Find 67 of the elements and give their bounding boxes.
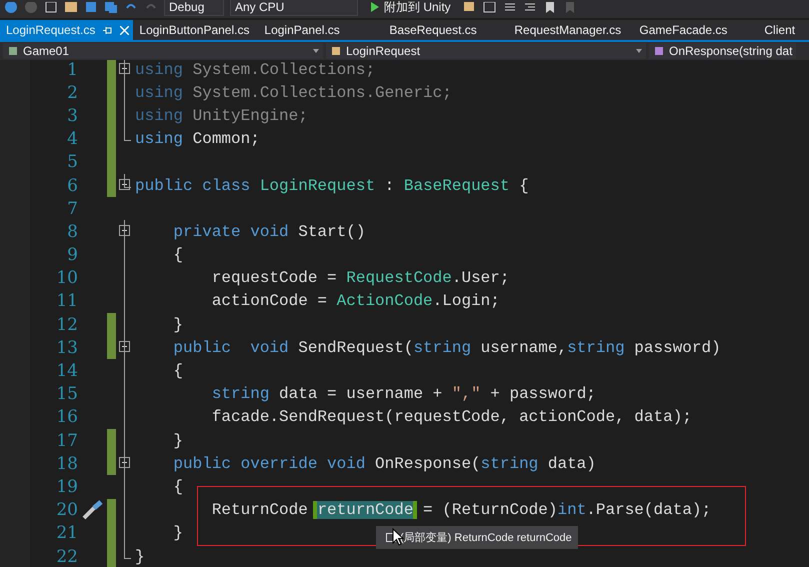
code-line: public void SendRequest(string username,string password) [172,338,721,357]
line-number: 3 [66,106,78,126]
line-number: 20 [55,500,78,520]
line-number: 16 [55,407,78,428]
cursor-icon [392,528,404,546]
line-number: 9 [66,245,78,266]
caret-icon[interactable] [313,49,319,53]
line-number: 11 [55,291,78,312]
code-line: } [172,432,184,450]
code-line: { [172,246,184,264]
line-number: 14 [55,361,78,382]
line-number: 19 [55,476,78,497]
code-line: using UnityEngine; [135,106,308,125]
code-line: { [172,478,184,496]
pin-icon[interactable] [103,26,112,34]
file-tab[interactable]: RequestManager.cs [508,20,634,40]
code-line: } [172,316,184,334]
code-line: public class LoginRequest : BaseRequest { [135,176,529,195]
file-tab[interactable]: LoginRequest.cs [0,20,134,40]
line-number: 6 [66,176,78,196]
line-number: 5 [66,152,78,172]
line-number: 7 [66,198,78,219]
file-tab[interactable]: LoginButtonPanel.cs [133,20,258,40]
line-number: 17 [55,430,78,451]
line-number: 15 [55,384,78,404]
attach-button[interactable]: 附加到 Unity [364,0,457,16]
code-line: using System.Collections; [135,60,376,79]
file-tab[interactable]: GameFacade.cs [633,20,758,40]
line-number: 2 [66,82,78,103]
screwdriver-icon[interactable] [82,500,104,520]
code-line: requestCode = RequestCode.User; [210,269,510,288]
project-dropdown[interactable]: Game01 [3,43,323,59]
file-tab[interactable]: Client [758,20,802,40]
line-number: 1 [66,60,78,80]
code-line: actionCode = ActionCode.Login; [210,292,500,310]
collapse-toggle[interactable] [119,178,130,190]
play-icon [370,2,380,12]
code-line: public override void OnResponse(string data) [172,454,596,473]
code-line: using Common; [135,130,260,148]
collapse-toggle[interactable] [119,457,130,468]
line-number: 21 [55,523,78,544]
line-number: 8 [66,222,78,242]
line-number: 10 [55,268,78,288]
type-dropdown[interactable]: LoginRequest [326,43,646,59]
code-line: } [172,524,184,542]
code-line: private void Start() [172,222,366,241]
platform-dropdown[interactable]: Any CPU [230,0,358,16]
close-icon[interactable] [120,26,130,34]
line-number: 12 [55,314,78,335]
configuration-dropdown[interactable]: Debug [164,0,224,16]
code-line: ReturnCode returnCode = (ReturnCode)int.Parse(data); [210,501,712,520]
line-number: 18 [55,454,78,474]
file-tab[interactable]: LoginPanel.cs [258,20,384,40]
collapse-toggle[interactable] [119,63,130,74]
code-line: { [172,362,184,380]
code-line: facade.SendRequest(requestCode, actionCode, data); [210,408,692,426]
collapse-toggle[interactable] [119,225,130,236]
line-number: 22 [55,546,78,567]
code-line: string data = username + "," + password; [210,385,596,404]
caret-icon[interactable] [636,49,642,53]
file-tab[interactable]: BaseRequest.cs [383,20,508,40]
collapse-toggle[interactable] [119,341,130,352]
line-number: 4 [66,129,78,150]
code-line: using System.Collections.Generic; [135,84,452,102]
code-line: } [135,548,145,566]
line-number: 13 [55,338,78,358]
member-dropdown[interactable]: OnResponse(string dat [649,43,796,59]
